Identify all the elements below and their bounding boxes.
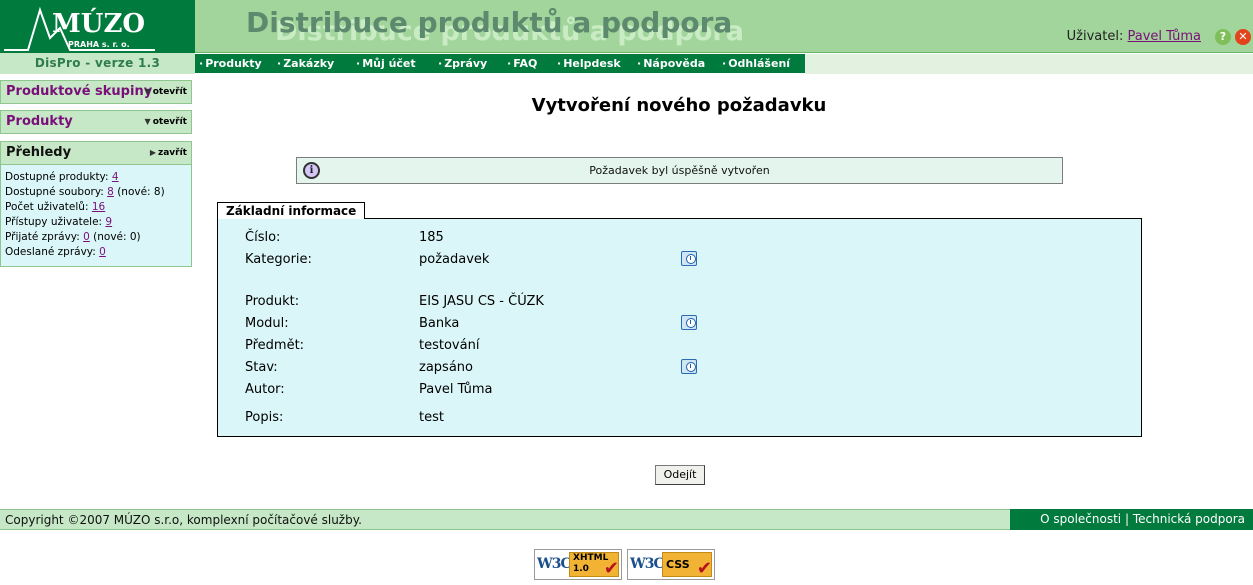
logo[interactable]: MÚZO PRAHA s. r. o.: [0, 0, 195, 53]
nav-item-odhlaseni[interactable]: Odhlášení: [722, 54, 790, 73]
sidebar-group-title: Produktové skupiny: [6, 84, 153, 99]
footer-separator: |: [1124, 512, 1130, 526]
history-icon[interactable]: [681, 251, 697, 266]
chevron-down-icon: ▼: [144, 117, 151, 126]
stat-link[interactable]: 16: [92, 201, 105, 213]
w3c-logo-icon: W3C: [537, 556, 572, 572]
logo-graphic: MÚZO PRAHA s. r. o.: [4, 6, 155, 51]
sidebar-group-toggle[interactable]: ▼ otevřít: [145, 117, 187, 127]
help-icon[interactable]: ?: [1215, 29, 1231, 45]
nav-item-faq[interactable]: FAQ: [507, 54, 537, 73]
field-label-predmet: Předmět:: [245, 338, 305, 353]
stat-link[interactable]: 0: [83, 231, 90, 243]
page-title: Vytvoření nového požadavku: [531, 95, 827, 116]
stat-row: Přístupy uživatele: 9: [5, 216, 113, 228]
history-icon[interactable]: [681, 315, 697, 330]
footer-bar: Copyright ©2007 MÚZO s.r.o, komplexní po…: [0, 509, 1010, 530]
field-value-stav: zapsáno: [419, 360, 473, 375]
w3c-xhtml-badge[interactable]: W3C XHTML 1.0 ✔: [534, 549, 622, 580]
basic-info-panel: [217, 218, 1142, 437]
sidebar-group-produkty[interactable]: Produkty ▼ otevřít: [0, 110, 192, 134]
sidebar-group-produktove-skupiny[interactable]: Produktové skupiny ▼ otevřít: [0, 80, 192, 104]
field-value-popis: test: [419, 410, 444, 425]
nav-item-napoveda[interactable]: Nápověda: [637, 54, 705, 73]
sidebar-stats: Dostupné produkty: 4 Dostupné soubory: 8…: [0, 165, 192, 267]
w3c-logo-icon: W3C: [630, 556, 665, 572]
sidebar-group-toggle[interactable]: ▶ zavřít: [150, 148, 187, 158]
field-value-modul: Banka: [419, 316, 460, 331]
success-message: i Požadavek byl úspěšně vytvořen: [296, 157, 1063, 184]
field-label-popis: Popis:: [245, 410, 284, 425]
chevron-right-icon: ▶: [149, 148, 156, 157]
stat-row: Počet uživatelů: 16: [5, 201, 106, 213]
sidebar-group-title: Produkty: [6, 114, 73, 129]
field-label-stav: Stav:: [245, 360, 278, 375]
stat-row: Dostupné soubory: 8 (nové: 8): [5, 186, 165, 198]
field-label-autor: Autor:: [245, 382, 285, 397]
field-label-cislo: Číslo:: [245, 230, 281, 245]
leave-button[interactable]: Odejít: [655, 465, 705, 485]
field-value-predmet: testování: [419, 338, 480, 353]
logo-text: MÚZO: [52, 7, 145, 39]
stat-row: Odeslané zprávy: 0: [5, 246, 106, 258]
field-value-autor: Pavel Tůma: [419, 382, 493, 397]
stat-row: Dostupné produkty: 4: [5, 171, 119, 183]
nav-item-produkty[interactable]: Produkty: [199, 54, 262, 73]
site-title: Distribuce produktů a podpora: [246, 6, 733, 39]
nav-item-muj-ucet[interactable]: Můj účet: [356, 54, 415, 73]
field-value-produkt: EIS JASU CS - ČÚZK: [419, 294, 544, 309]
main-nav: Produkty Zakázky Můj účet Zprávy FAQ Hel…: [195, 54, 805, 73]
field-value-cislo: 185: [419, 230, 444, 245]
nav-item-helpdesk[interactable]: Helpdesk: [557, 54, 621, 73]
stat-link[interactable]: 0: [99, 246, 106, 258]
checkmark-icon: ✔: [696, 558, 712, 579]
stat-link[interactable]: 9: [105, 216, 112, 228]
nav-item-zakazky[interactable]: Zakázky: [277, 54, 334, 73]
footer-links: O společnosti | Technická podpora: [1010, 509, 1253, 530]
checkmark-icon: ✔: [603, 558, 619, 579]
nav-item-zpravy[interactable]: Zprávy: [438, 54, 487, 73]
w3c-css-badge[interactable]: W3C CSS ✔: [627, 549, 715, 580]
user-area: Uživatel: Pavel Tůma: [1067, 29, 1201, 44]
nav-filler: [805, 54, 1253, 74]
user-label: Uživatel:: [1066, 29, 1124, 44]
success-message-text: Požadavek byl úspěšně vytvořen: [589, 164, 770, 177]
stat-row: Přijaté zprávy: 0 (nové: 0): [5, 231, 141, 243]
history-icon[interactable]: [681, 359, 697, 374]
field-label-produkt: Produkt:: [245, 294, 300, 309]
stat-link[interactable]: 4: [112, 171, 119, 183]
about-link[interactable]: O společnosti: [1040, 512, 1121, 526]
chevron-down-icon: ▼: [144, 87, 151, 96]
logo-subtext: PRAHA s. r. o.: [68, 40, 130, 49]
field-label-modul: Modul:: [245, 316, 289, 331]
field-label-kategorie: Kategorie:: [245, 252, 312, 267]
section-title: Základní informace: [217, 202, 366, 219]
field-value-kategorie: požadavek: [419, 252, 490, 267]
version-label: DisPro - verze 1.3: [0, 53, 195, 74]
copyright-text: Copyright ©2007 MÚZO s.r.o, komplexní po…: [5, 513, 362, 527]
user-name-link[interactable]: Pavel Tůma: [1128, 29, 1202, 44]
sidebar-group-toggle[interactable]: ▼ otevřít: [145, 87, 187, 97]
close-icon[interactable]: ✕: [1235, 29, 1251, 45]
sidebar-group-prehledy[interactable]: Přehledy ▶ zavřít: [0, 141, 192, 165]
support-link[interactable]: Technická podpora: [1133, 512, 1245, 526]
stat-link[interactable]: 8: [107, 186, 114, 198]
sidebar-group-title: Přehledy: [6, 145, 72, 160]
